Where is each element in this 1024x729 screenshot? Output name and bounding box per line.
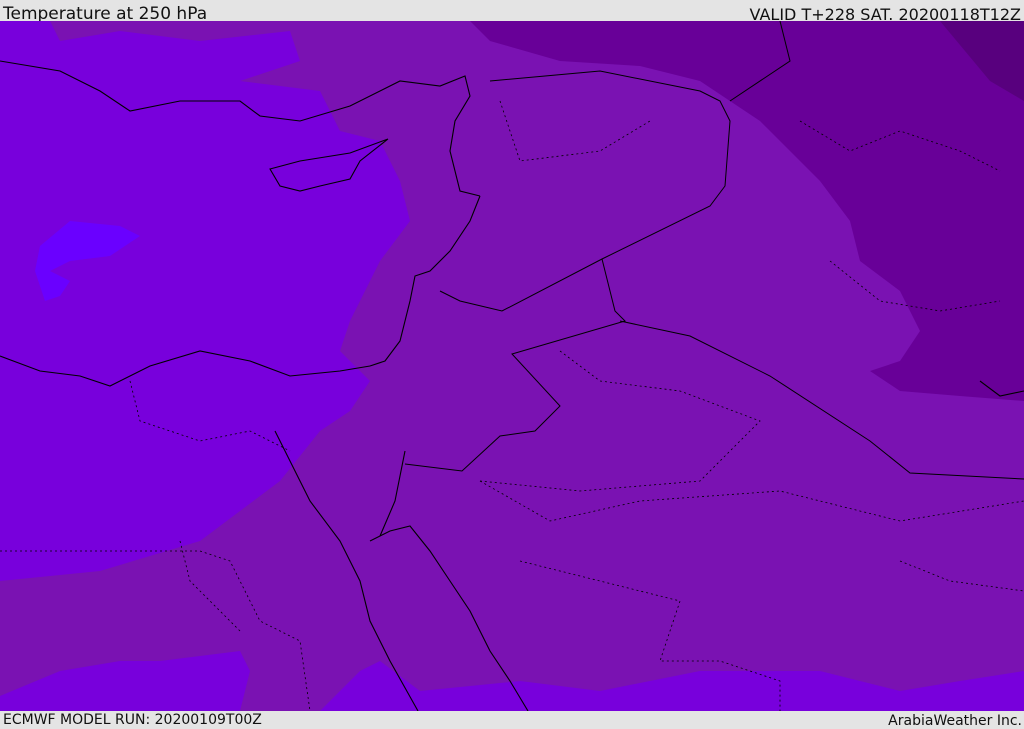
footer-bar: ECMWF MODEL RUN: 20200109T00Z ArabiaWeat… — [0, 711, 1024, 729]
temperature-map — [0, 21, 1024, 711]
header-bar: Temperature at 250 hPa VALID T+228 SAT. … — [0, 0, 1024, 24]
brand-credit: ArabiaWeather Inc. — [888, 713, 1022, 729]
model-run: ECMWF MODEL RUN: 20200109T00Z — [3, 712, 262, 728]
